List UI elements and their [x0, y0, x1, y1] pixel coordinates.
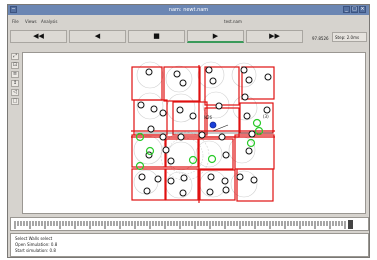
timeline-ticks — [14, 220, 353, 229]
menu-file[interactable]: File — [12, 19, 19, 24]
close-icon[interactable]: × — [359, 6, 366, 13]
network-canvas[interactable]: N26 (3) — [22, 52, 366, 214]
console-output: Select Walls select Open Simulation: 0.8… — [10, 233, 369, 257]
scroll-button[interactable]: ↕ — [11, 80, 19, 87]
menu-bar: File Views Analysis test.nam — [8, 16, 369, 26]
open-file-name: test.nam — [224, 19, 242, 24]
step-field[interactable]: Step: 2.0ms — [332, 32, 367, 42]
node-label: N26 — [204, 115, 213, 120]
zoom-toolbar: ⤢ ⊡ ≡ ↕ ◁ □ — [10, 53, 20, 213]
window-title: nam: newt.nam — [168, 7, 209, 13]
menu-analysis[interactable]: Analysis — [41, 19, 57, 24]
zoom-in-button[interactable]: ⤢ — [11, 53, 19, 60]
list-button[interactable]: ≡ — [11, 71, 19, 78]
rewind-button[interactable]: ◀ — [69, 30, 126, 43]
timeline-slider[interactable] — [348, 220, 353, 229]
left-button[interactable]: ◁ — [11, 89, 19, 96]
timeline-bar[interactable] — [10, 217, 369, 231]
console-line: Start simulation: 0.8 — [15, 248, 56, 253]
box-button[interactable]: □ — [11, 98, 19, 105]
node-extra-label: (3) — [263, 114, 269, 119]
selected-node[interactable] — [209, 121, 217, 129]
playback-controls: ◀◀ ◀ ■ ▶ ▶▶ 97.8526 Step: 2.0ms — [10, 28, 367, 48]
time-readout: 97.8526 — [312, 36, 329, 41]
topology-view: N26 (3) — [131, 61, 275, 203]
nam-window: − nam: newt.nam _ □ × File Views Analysi… — [7, 4, 370, 258]
zoom-out-button[interactable]: ⊡ — [11, 62, 19, 69]
play-button[interactable]: ▶ — [187, 30, 244, 43]
menu-views[interactable]: Views — [25, 19, 37, 24]
forward-fast-button[interactable]: ▶▶ — [246, 30, 303, 43]
rewind-fast-button[interactable]: ◀◀ — [10, 30, 67, 43]
maximize-icon[interactable]: □ — [351, 6, 358, 13]
minimize-icon[interactable]: _ — [343, 6, 350, 13]
title-bar: − nam: newt.nam _ □ × — [8, 5, 369, 15]
stop-button[interactable]: ■ — [128, 30, 185, 43]
